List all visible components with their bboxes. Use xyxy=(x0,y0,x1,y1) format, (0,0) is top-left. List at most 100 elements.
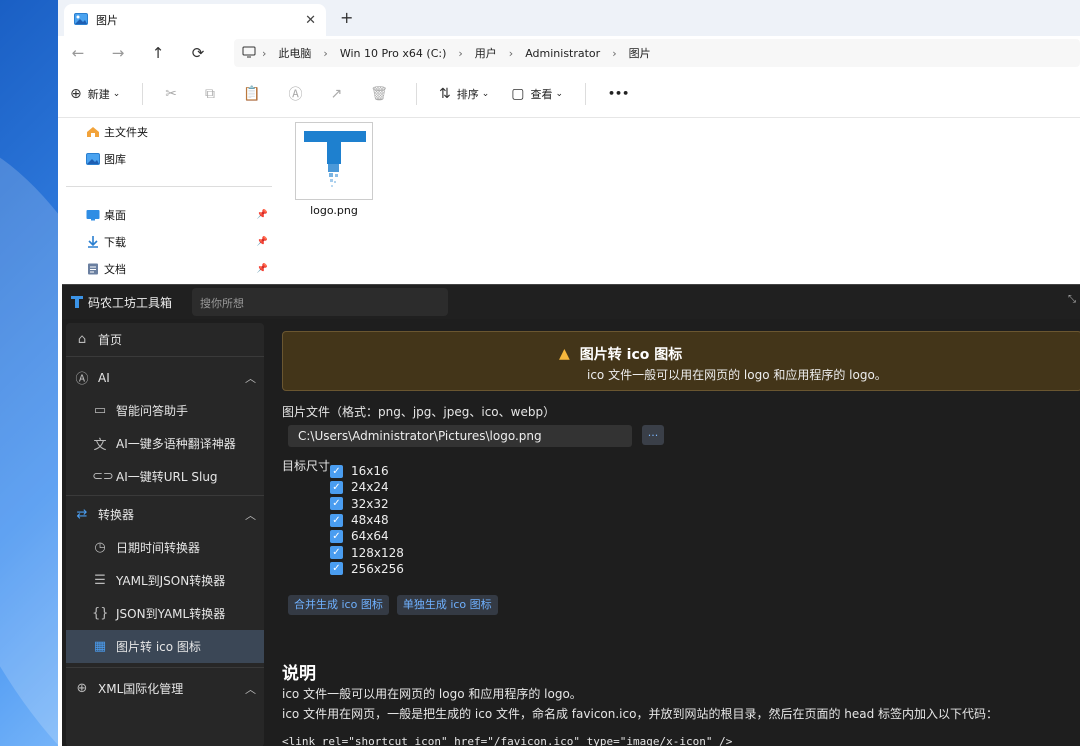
gallery-icon xyxy=(86,152,100,165)
up-button[interactable]: ↑ xyxy=(138,44,178,62)
copy-button[interactable]: ⧉ xyxy=(205,86,221,102)
logo-thumbnail-image xyxy=(304,131,366,187)
search-input[interactable]: 搜你所想 xyxy=(192,288,448,316)
file-path-input[interactable]: C:\Users\Administrator\Pictures\logo.png xyxy=(288,425,632,447)
chevron-up-icon[interactable]: ︿ xyxy=(245,507,256,523)
view-button[interactable]: ▢ 查看 ⌄ xyxy=(511,86,563,102)
sidebar-item-url-slug[interactable]: ⊂⊃ AI一键转URL Slug xyxy=(66,460,264,493)
breadcrumb-item[interactable]: 用户 xyxy=(475,45,497,61)
info-banner: ▲ 图片转 ico 图标 ico 文件一般可以用在网页的 logo 和应用程序的… xyxy=(282,331,1080,391)
share-button[interactable]: ↗ xyxy=(330,86,348,102)
size-label: 32x32 xyxy=(351,496,389,511)
single-generate-button[interactable]: 单独生成 ico 图标 xyxy=(396,595,498,615)
new-tab-button[interactable]: + xyxy=(340,8,353,27)
delete-button[interactable]: 🗑 xyxy=(370,86,394,102)
merge-generate-button[interactable]: 合并生成 ico 图标 xyxy=(288,595,389,615)
close-tab-icon[interactable]: ✕ xyxy=(305,13,316,28)
size-checkbox[interactable]: ✓ 128x128 xyxy=(330,544,404,560)
chevron-down-icon: ⌄ xyxy=(481,88,490,99)
braces-icon: {} xyxy=(92,606,109,621)
nav-item-home[interactable]: 主文件夹 xyxy=(70,118,270,145)
size-checkbox[interactable]: ✓ 64x64 xyxy=(330,528,404,544)
refresh-button[interactable]: ⟳ xyxy=(178,44,218,62)
ai-icon: Ⓐ xyxy=(75,372,89,387)
new-button[interactable]: ⊕ 新建 ⌄ xyxy=(70,86,120,102)
size-label: 256x256 xyxy=(351,561,404,576)
navigation-pane: 主文件夹 图库 桌面 📌 下载 📌 文档 📌 xyxy=(66,118,272,282)
sidebar-group-xml[interactable]: ⊕ XML国际化管理 ︿ xyxy=(66,672,264,705)
chevron-down-icon: ⌄ xyxy=(112,88,121,99)
pin-icon[interactable]: 📌 xyxy=(257,237,268,247)
breadcrumb-item[interactable]: Administrator xyxy=(525,47,600,60)
size-checkbox[interactable]: ✓ 24x24 xyxy=(330,479,404,495)
sort-label: 排序 xyxy=(456,87,479,101)
tab-pictures[interactable]: 图片 ✕ xyxy=(64,4,326,36)
chevron-down-icon: ⌄ xyxy=(555,88,564,99)
size-checkbox[interactable]: ✓ 32x32 xyxy=(330,496,404,512)
command-bar: ⊕ 新建 ⌄ ✂ ⧉ 📋 Ⓐ ↗ 🗑 ⇅ 排序 ⌄ ▢ 查看 ⌄ ••• xyxy=(58,70,1080,118)
size-checkbox[interactable]: ✓ 48x48 xyxy=(330,512,404,528)
sidebar-item-label: 图片转 ico 图标 xyxy=(116,640,201,654)
desktop-icon xyxy=(86,209,100,221)
file-thumbnail xyxy=(295,122,373,200)
cut-button[interactable]: ✂ xyxy=(165,86,183,102)
breadcrumb[interactable]: › 此电脑 › Win 10 Pro x64 (C:) › 用户 › Admin… xyxy=(234,39,1080,67)
pin-icon[interactable]: 📌 xyxy=(257,210,268,220)
breadcrumb-item[interactable]: Win 10 Pro x64 (C:) xyxy=(340,47,447,60)
back-button[interactable]: ← xyxy=(58,44,98,62)
sidebar-group-converter[interactable]: ⇄ 转换器 ︿ xyxy=(66,498,264,531)
paste-icon: 📋 xyxy=(243,85,261,102)
chevron-right-icon: › xyxy=(612,46,617,60)
banner-description: ico 文件一般可以用在网页的 logo 和应用程序的 logo。 xyxy=(587,368,887,382)
breadcrumb-item[interactable]: 图片 xyxy=(629,45,651,61)
sidebar-group-label: 转换器 xyxy=(98,508,135,522)
nav-item-desktop[interactable]: 桌面 📌 xyxy=(70,201,270,228)
globe-icon: ⊕ xyxy=(76,681,88,696)
sidebar-item-home[interactable]: ⌂ 首页 xyxy=(66,323,264,356)
pin-icon[interactable]: 📌 xyxy=(257,264,268,274)
description-heading: 说明 xyxy=(282,664,316,684)
breadcrumb-item[interactable]: 此电脑 xyxy=(278,45,311,61)
size-checkbox-list: ✓ 16x16 ✓ 24x24 ✓ 32x32 ✓ 48x48 ✓ 64x64 ✓ 128x… xyxy=(330,463,404,577)
title-bar: 码农工坊工具箱 搜你所想 ⤡ xyxy=(62,285,1080,319)
restore-window-icon[interactable]: ⤡ xyxy=(1068,294,1076,305)
browse-button[interactable]: ... xyxy=(642,425,664,445)
size-checkbox[interactable]: ✓ 16x16 xyxy=(330,463,404,479)
forward-button[interactable]: → xyxy=(98,44,138,62)
chevron-right-icon: › xyxy=(323,46,328,60)
checkmark-icon: ✓ xyxy=(330,546,343,560)
nav-item-documents[interactable]: 文档 📌 xyxy=(70,255,270,282)
document-icon xyxy=(86,263,100,275)
divider xyxy=(415,82,417,105)
banner-title: ▲ 图片转 ico 图标 xyxy=(559,344,682,364)
paste-button[interactable]: 📋 xyxy=(243,86,266,102)
sidebar-item-translator[interactable]: 文 AI一键多语种翻译神器 xyxy=(66,427,264,460)
size-label: 24x24 xyxy=(351,480,389,495)
download-icon xyxy=(86,235,100,248)
sidebar-item-qa-assistant[interactable]: ▭ 智能问答助手 xyxy=(66,394,264,427)
clock-icon: ◷ xyxy=(94,540,106,555)
sidebar-item-json-yaml[interactable]: {} JSON到YAML转换器 xyxy=(66,597,264,630)
more-options-button[interactable]: ••• xyxy=(608,87,629,100)
chevron-up-icon[interactable]: ︿ xyxy=(245,370,256,386)
nav-item-gallery[interactable]: 图库 xyxy=(70,145,270,172)
sort-button[interactable]: ⇅ 排序 ⌄ xyxy=(439,86,489,102)
nav-label: 图库 xyxy=(104,152,126,166)
size-label: 16x16 xyxy=(351,464,389,479)
size-checkbox[interactable]: ✓ 256x256 xyxy=(330,561,404,577)
rename-button[interactable]: Ⓐ xyxy=(288,84,308,104)
sidebar-item-datetime[interactable]: ◷ 日期时间转换器 xyxy=(66,531,264,564)
chevron-right-icon: › xyxy=(508,46,514,60)
nav-label: 下载 xyxy=(104,235,126,249)
checkmark-icon: ✓ xyxy=(330,480,343,494)
chevron-up-icon[interactable]: ︿ xyxy=(245,681,256,697)
sidebar-group-ai[interactable]: Ⓐ AI ︿ xyxy=(66,361,264,394)
sidebar-item-yaml-json[interactable]: ☰ YAML到JSON转换器 xyxy=(66,564,264,597)
nav-item-downloads[interactable]: 下载 📌 xyxy=(70,228,270,255)
divider xyxy=(66,667,264,668)
sidebar-item-image-ico[interactable]: ▦ 图片转 ico 图标 xyxy=(66,630,264,663)
size-label: 64x64 xyxy=(351,529,389,544)
nav-label: 文档 xyxy=(104,262,126,276)
translate-icon: 文 xyxy=(93,438,107,453)
file-item[interactable]: logo.png xyxy=(294,122,374,217)
